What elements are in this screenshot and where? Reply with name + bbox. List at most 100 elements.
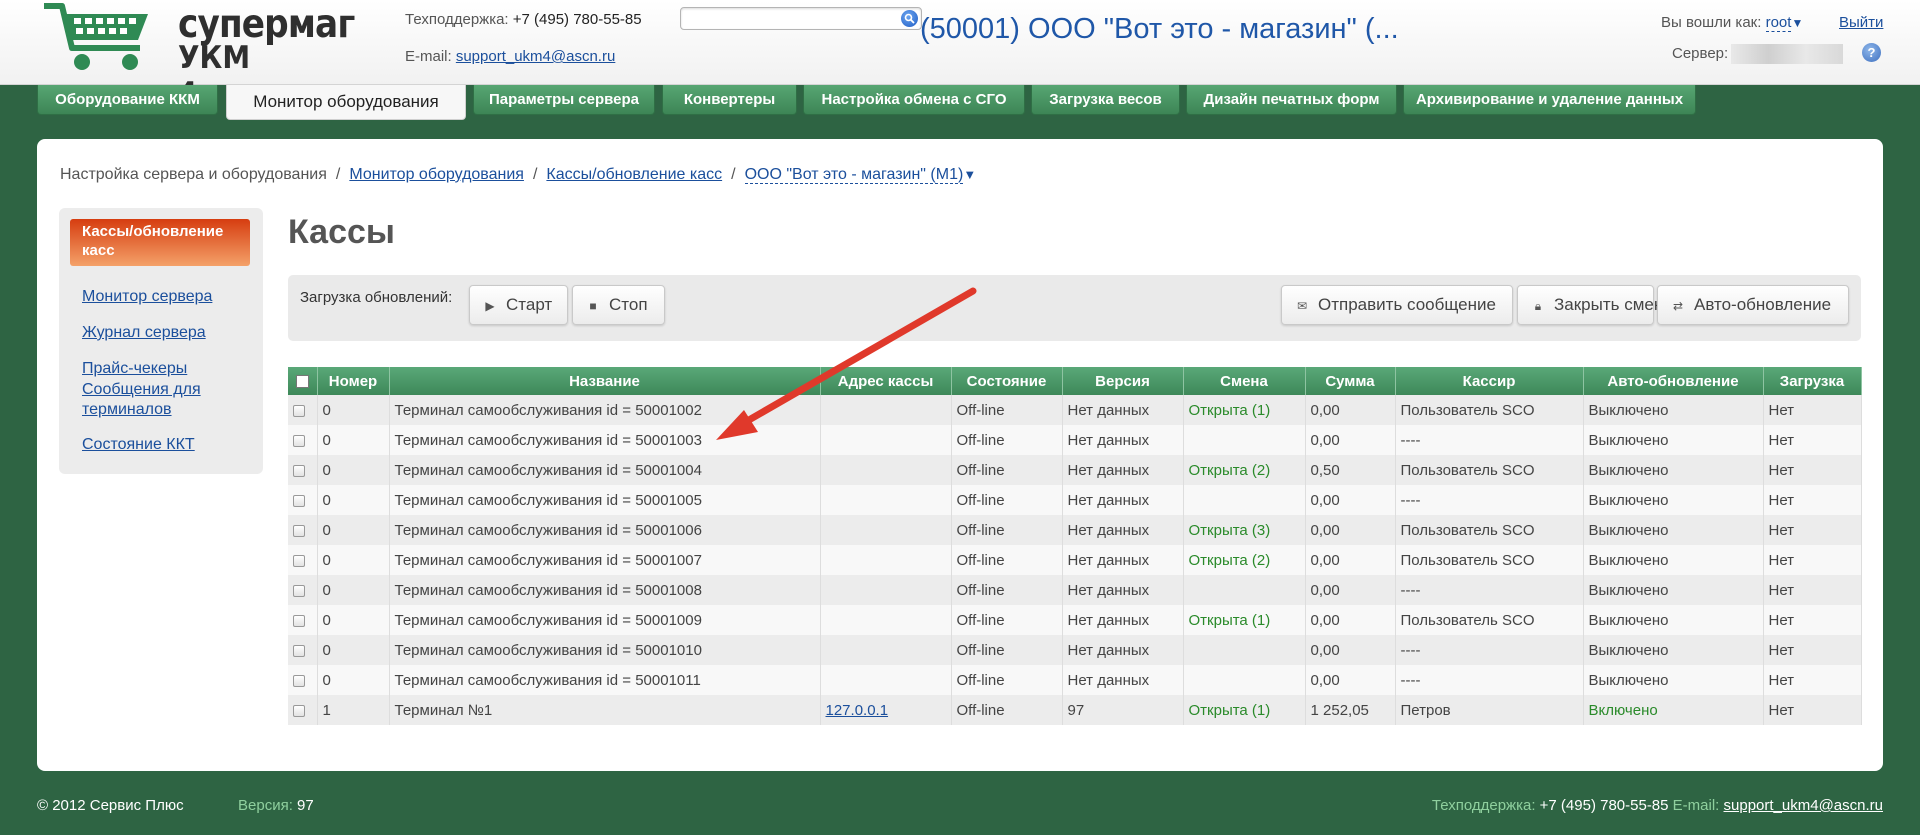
sidebar-item-kkt-state[interactable]: Состояние ККТ — [82, 435, 195, 455]
help-icon[interactable]: ? — [1862, 43, 1881, 62]
column-header[interactable]: Состояние — [951, 367, 1063, 395]
tab-archiving[interactable]: Архивирование и удаление данных — [1403, 85, 1696, 115]
stop-button[interactable]: ■ Стоп — [572, 285, 665, 325]
table-cell: 0 — [317, 395, 390, 425]
row-checkbox[interactable] — [288, 425, 318, 455]
table-cell: Терминал самообслуживания id = 50001004 — [389, 455, 821, 485]
column-header[interactable]: Версия — [1062, 367, 1184, 395]
table-cell: Нет — [1763, 425, 1862, 455]
tab-converters[interactable]: Конвертеры — [662, 85, 797, 115]
table-row[interactable]: 0 Терминал самообслуживания id = 50001005… — [288, 485, 1862, 515]
table-cell: Нет — [1763, 455, 1862, 485]
column-header[interactable]: Смена — [1183, 367, 1306, 395]
table-cell: Пользователь SCO — [1395, 515, 1584, 545]
select-all-checkbox[interactable] — [288, 367, 318, 395]
table-row[interactable]: 1 Терминал №1 127.0.0.1 Off-line 97 Открыта (… — [288, 695, 1862, 725]
row-checkbox[interactable] — [288, 395, 318, 425]
table-cell — [820, 665, 952, 695]
table-cell — [820, 485, 952, 515]
table-cell: Пользователь SCO — [1395, 545, 1584, 575]
send-message-button[interactable]: ✉ Отправить сообщение — [1281, 285, 1513, 325]
server-info: Сервер: — [1672, 44, 1844, 64]
table-row[interactable]: 0 Терминал самообслуживания id = 50001002… — [288, 395, 1862, 425]
table-cell: 0 — [317, 605, 390, 635]
row-checkbox[interactable] — [288, 575, 318, 605]
table-cell: Off-line — [951, 545, 1063, 575]
table-row[interactable]: 0 Терминал самообслуживания id = 50001007… — [288, 545, 1862, 575]
server-value-redacted — [1731, 44, 1844, 64]
tab-print-design[interactable]: Дизайн печатных форм — [1186, 85, 1397, 115]
column-header[interactable]: Название — [389, 367, 821, 395]
table-row[interactable]: 0 Терминал самообслуживания id = 50001004… — [288, 455, 1862, 485]
sidebar-item-server-log[interactable]: Журнал сервера — [82, 323, 206, 343]
table-cell: 1 — [317, 695, 390, 725]
tab-server-params[interactable]: Параметры сервера — [473, 85, 655, 115]
start-label: Старт — [506, 295, 553, 314]
table-cell: Терминал самообслуживания id = 50001002 — [389, 395, 821, 425]
support-label: Техподдержка: — [405, 11, 509, 28]
tab-kkm-equipment[interactable]: Оборудование ККМ — [37, 85, 218, 115]
user-menu[interactable]: root — [1765, 14, 1792, 32]
table-cell: Пользователь SCO — [1395, 605, 1584, 635]
table-cell — [1183, 425, 1306, 455]
column-header[interactable]: Адрес кассы — [820, 367, 952, 395]
logout-link[interactable]: Выйти — [1839, 14, 1883, 31]
column-header[interactable]: Сумма — [1305, 367, 1396, 395]
footer-email-link[interactable]: support_ukm4@ascn.ru — [1724, 797, 1883, 814]
tab-equipment-monitor[interactable]: Монитор оборудования — [226, 85, 466, 120]
table-cell: Открыта (2) — [1183, 545, 1306, 575]
row-checkbox[interactable] — [288, 695, 318, 725]
support-email-link[interactable]: support_ukm4@ascn.ru — [456, 48, 615, 65]
table-cell: 0 — [317, 575, 390, 605]
column-header[interactable]: Авто-обновление — [1583, 367, 1764, 395]
chevron-down-icon[interactable]: ▼ — [963, 167, 976, 182]
table-row[interactable]: 0 Терминал самообслуживания id = 50001006… — [288, 515, 1862, 545]
start-button[interactable]: ▶ Старт — [469, 285, 568, 325]
register-address-link[interactable]: 127.0.0.1 — [826, 702, 889, 719]
page-title: Кассы — [288, 213, 395, 251]
table-cell: 0,50 — [1305, 455, 1396, 485]
row-checkbox[interactable] — [288, 485, 318, 515]
table-row[interactable]: 0 Терминал самообслуживания id = 50001010… — [288, 635, 1862, 665]
message-icon: ✉ — [1296, 299, 1308, 313]
row-checkbox[interactable] — [288, 635, 318, 665]
search-icon[interactable] — [901, 10, 918, 27]
sidebar-item-registers[interactable]: Кассы/обновление касс — [70, 219, 250, 266]
table-cell: Терминал самообслуживания id = 50001007 — [389, 545, 821, 575]
breadcrumb-monitor[interactable]: Монитор оборудования — [349, 166, 524, 183]
refresh-icon: ⇄ — [1672, 299, 1684, 313]
column-header[interactable]: Кассир — [1395, 367, 1584, 395]
breadcrumb-store-select[interactable]: ООО "Вот это - магазин" (М1) — [744, 166, 964, 184]
table-cell: Нет данных — [1062, 665, 1184, 695]
table-row[interactable]: 0 Терминал самообслуживания id = 50001009… — [288, 605, 1862, 635]
version-label: Версия: — [238, 797, 293, 814]
table-cell: ---- — [1395, 485, 1584, 515]
table-row[interactable]: 0 Терминал самообслуживания id = 50001011… — [288, 665, 1862, 695]
table-row[interactable]: 0 Терминал самообслуживания id = 50001003… — [288, 425, 1862, 455]
supermag-logo[interactable]: супермаг УКМ 4 — [40, 0, 355, 112]
table-cell: 0,00 — [1305, 575, 1396, 605]
auto-update-button[interactable]: ⇄ Авто-обновление — [1657, 285, 1849, 325]
sidebar-item-server-monitor[interactable]: Монитор сервера — [82, 287, 212, 307]
close-shift-button[interactable]: 🔒︎ Закрыть смену — [1517, 285, 1672, 325]
table-cell — [820, 575, 952, 605]
table-row[interactable]: 0 Терминал самообслуживания id = 50001008… — [288, 575, 1862, 605]
table-cell: Off-line — [951, 695, 1063, 725]
row-checkbox[interactable] — [288, 455, 318, 485]
row-checkbox[interactable] — [288, 545, 318, 575]
tab-scales-upload[interactable]: Загрузка весов — [1031, 85, 1180, 115]
tab-sgo-exchange[interactable]: Настройка обмена с СГО — [803, 85, 1025, 115]
row-checkbox[interactable] — [288, 605, 318, 635]
sidebar-item-price-checkers[interactable]: Прайс-чекеры — [82, 359, 187, 379]
stop-label: Стоп — [609, 295, 648, 314]
column-header[interactable]: Номер — [317, 367, 390, 395]
column-header[interactable]: Загрузка — [1763, 367, 1862, 395]
table-cell: Нет — [1763, 605, 1862, 635]
search-input[interactable] — [680, 7, 922, 30]
chevron-down-icon[interactable]: ▼ — [1791, 16, 1803, 30]
table-cell — [820, 605, 952, 635]
breadcrumb-registers[interactable]: Кассы/обновление касс — [546, 166, 722, 183]
row-checkbox[interactable] — [288, 665, 318, 695]
sidebar-item-terminal-messages[interactable]: Сообщения для терминалов — [82, 380, 232, 420]
row-checkbox[interactable] — [288, 515, 318, 545]
